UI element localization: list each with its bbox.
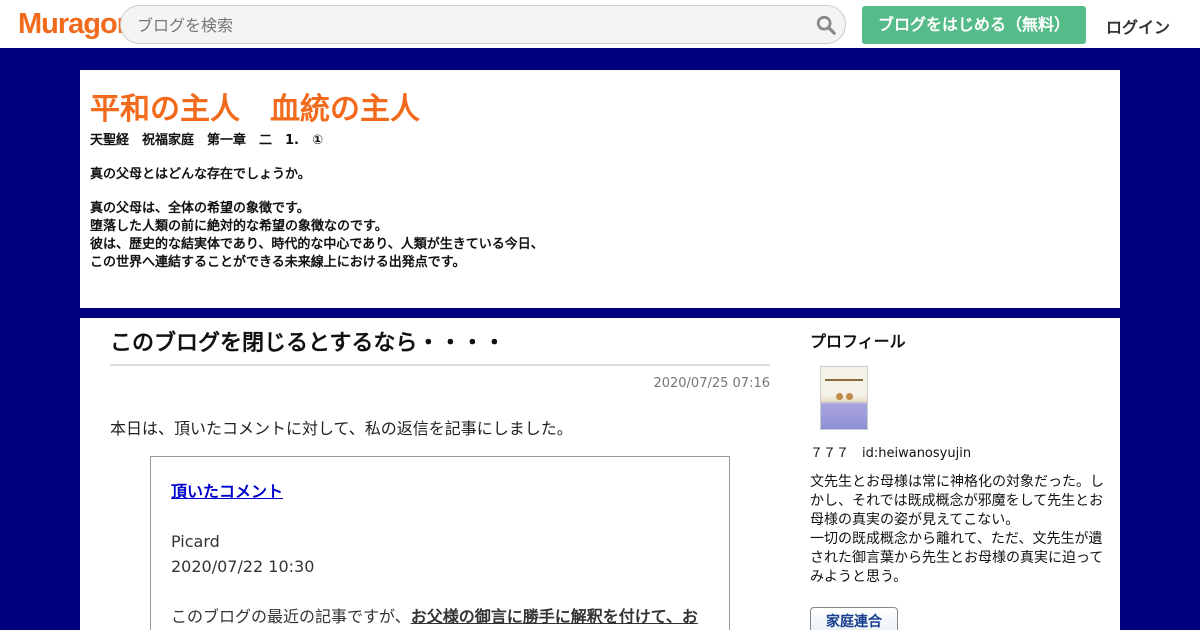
muragon-logo[interactable]: Muragon xyxy=(18,8,134,41)
profile-heading: プロフィール xyxy=(810,332,906,351)
description-line: 堕落した人類の前に絶対的な希望の象徴なのです。 xyxy=(90,219,388,234)
comment-author: Picard xyxy=(171,532,220,551)
top-bar: Muragon ブログをはじめる（無料） ログイン xyxy=(0,0,1200,48)
comment-text: このブログの最近の記事ですが、お父様の御言に勝手に解釈を付けて、お xyxy=(171,604,709,629)
description-line: 天聖経 祝福家庭 第一章 二 1. ① xyxy=(90,133,323,148)
badge-label: 家庭連合 xyxy=(826,614,882,630)
post-date: 2020/07/25 07:16 xyxy=(653,376,770,391)
family-federation-badge[interactable]: 家庭連合 xyxy=(810,607,898,630)
post-title[interactable]: このブログを閉じるとするなら・・・・ xyxy=(110,318,770,366)
comment-quote: 頂いたコメント Picard 2020/07/22 10:30 このブログの最近… xyxy=(150,456,730,630)
description-line: 真の父母とはどんな存在でしょうか。 xyxy=(90,167,311,182)
profile-avatar[interactable] xyxy=(820,366,868,430)
avatar-title-line xyxy=(825,379,863,381)
search-box[interactable] xyxy=(120,5,846,44)
description-line: この世界へ連結することができる未来線上における出発点です。 xyxy=(90,255,466,270)
comment-datetime: 2020/07/22 10:30 xyxy=(171,557,315,576)
article: このブログを閉じるとするなら・・・・ 2020/07/25 07:16 本日は、… xyxy=(110,318,770,439)
start-blog-button[interactable]: ブログをはじめる（無料） xyxy=(862,6,1086,44)
comment-text-bold: お父様の御言に勝手に解釈を付けて、お xyxy=(410,607,698,626)
comment-link[interactable]: 頂いたコメント xyxy=(171,482,283,501)
profile-text-body: 文先生とお母様は常に神格化の対象だった。しかし、それでは既成概念が邪魔をして先生… xyxy=(810,474,1104,585)
post-intro: 本日は、頂いたコメントに対して、私の返信を記事にしました。 xyxy=(110,419,573,438)
search-icon[interactable] xyxy=(815,14,837,36)
sidebar: プロフィール ７７７ id:heiwanosyujin 文先生とお母様は常に神格… xyxy=(810,318,1110,630)
blog-description: 天聖経 祝福家庭 第一章 二 1. ① 真の父母とはどんな存在でしょうか。 真の… xyxy=(90,132,1110,272)
comment-text-start: このブログの最近の記事ですが、 xyxy=(171,607,411,626)
main-content: このブログを閉じるとするなら・・・・ 2020/07/25 07:16 本日は、… xyxy=(80,318,1120,630)
profile-id[interactable]: ７７７ id:heiwanosyujin xyxy=(810,442,1110,461)
avatar-figure xyxy=(846,393,853,400)
search-input[interactable] xyxy=(137,14,797,36)
profile-text: 文先生とお母様は常に神格化の対象だった。しかし、それでは既成概念が邪魔をして先生… xyxy=(810,473,1110,587)
description-line: 彼は、歴史的な結実体であり、時代的な中心であり、人類が生きている今日、 xyxy=(90,237,544,252)
avatar-figure xyxy=(836,393,843,400)
blog-title[interactable]: 平和の主人 血統の主人 xyxy=(90,90,1110,130)
description-paragraph: 真の父母は、全体の希望の象徴です。 堕落した人類の前に絶対的な希望の象徴なのです… xyxy=(90,200,1110,272)
login-link[interactable]: ログイン xyxy=(1106,14,1170,38)
description-line: 真の父母は、全体の希望の象徴です。 xyxy=(90,201,310,216)
blog-header: 平和の主人 血統の主人 天聖経 祝福家庭 第一章 二 1. ① 真の父母とはどん… xyxy=(80,70,1120,308)
